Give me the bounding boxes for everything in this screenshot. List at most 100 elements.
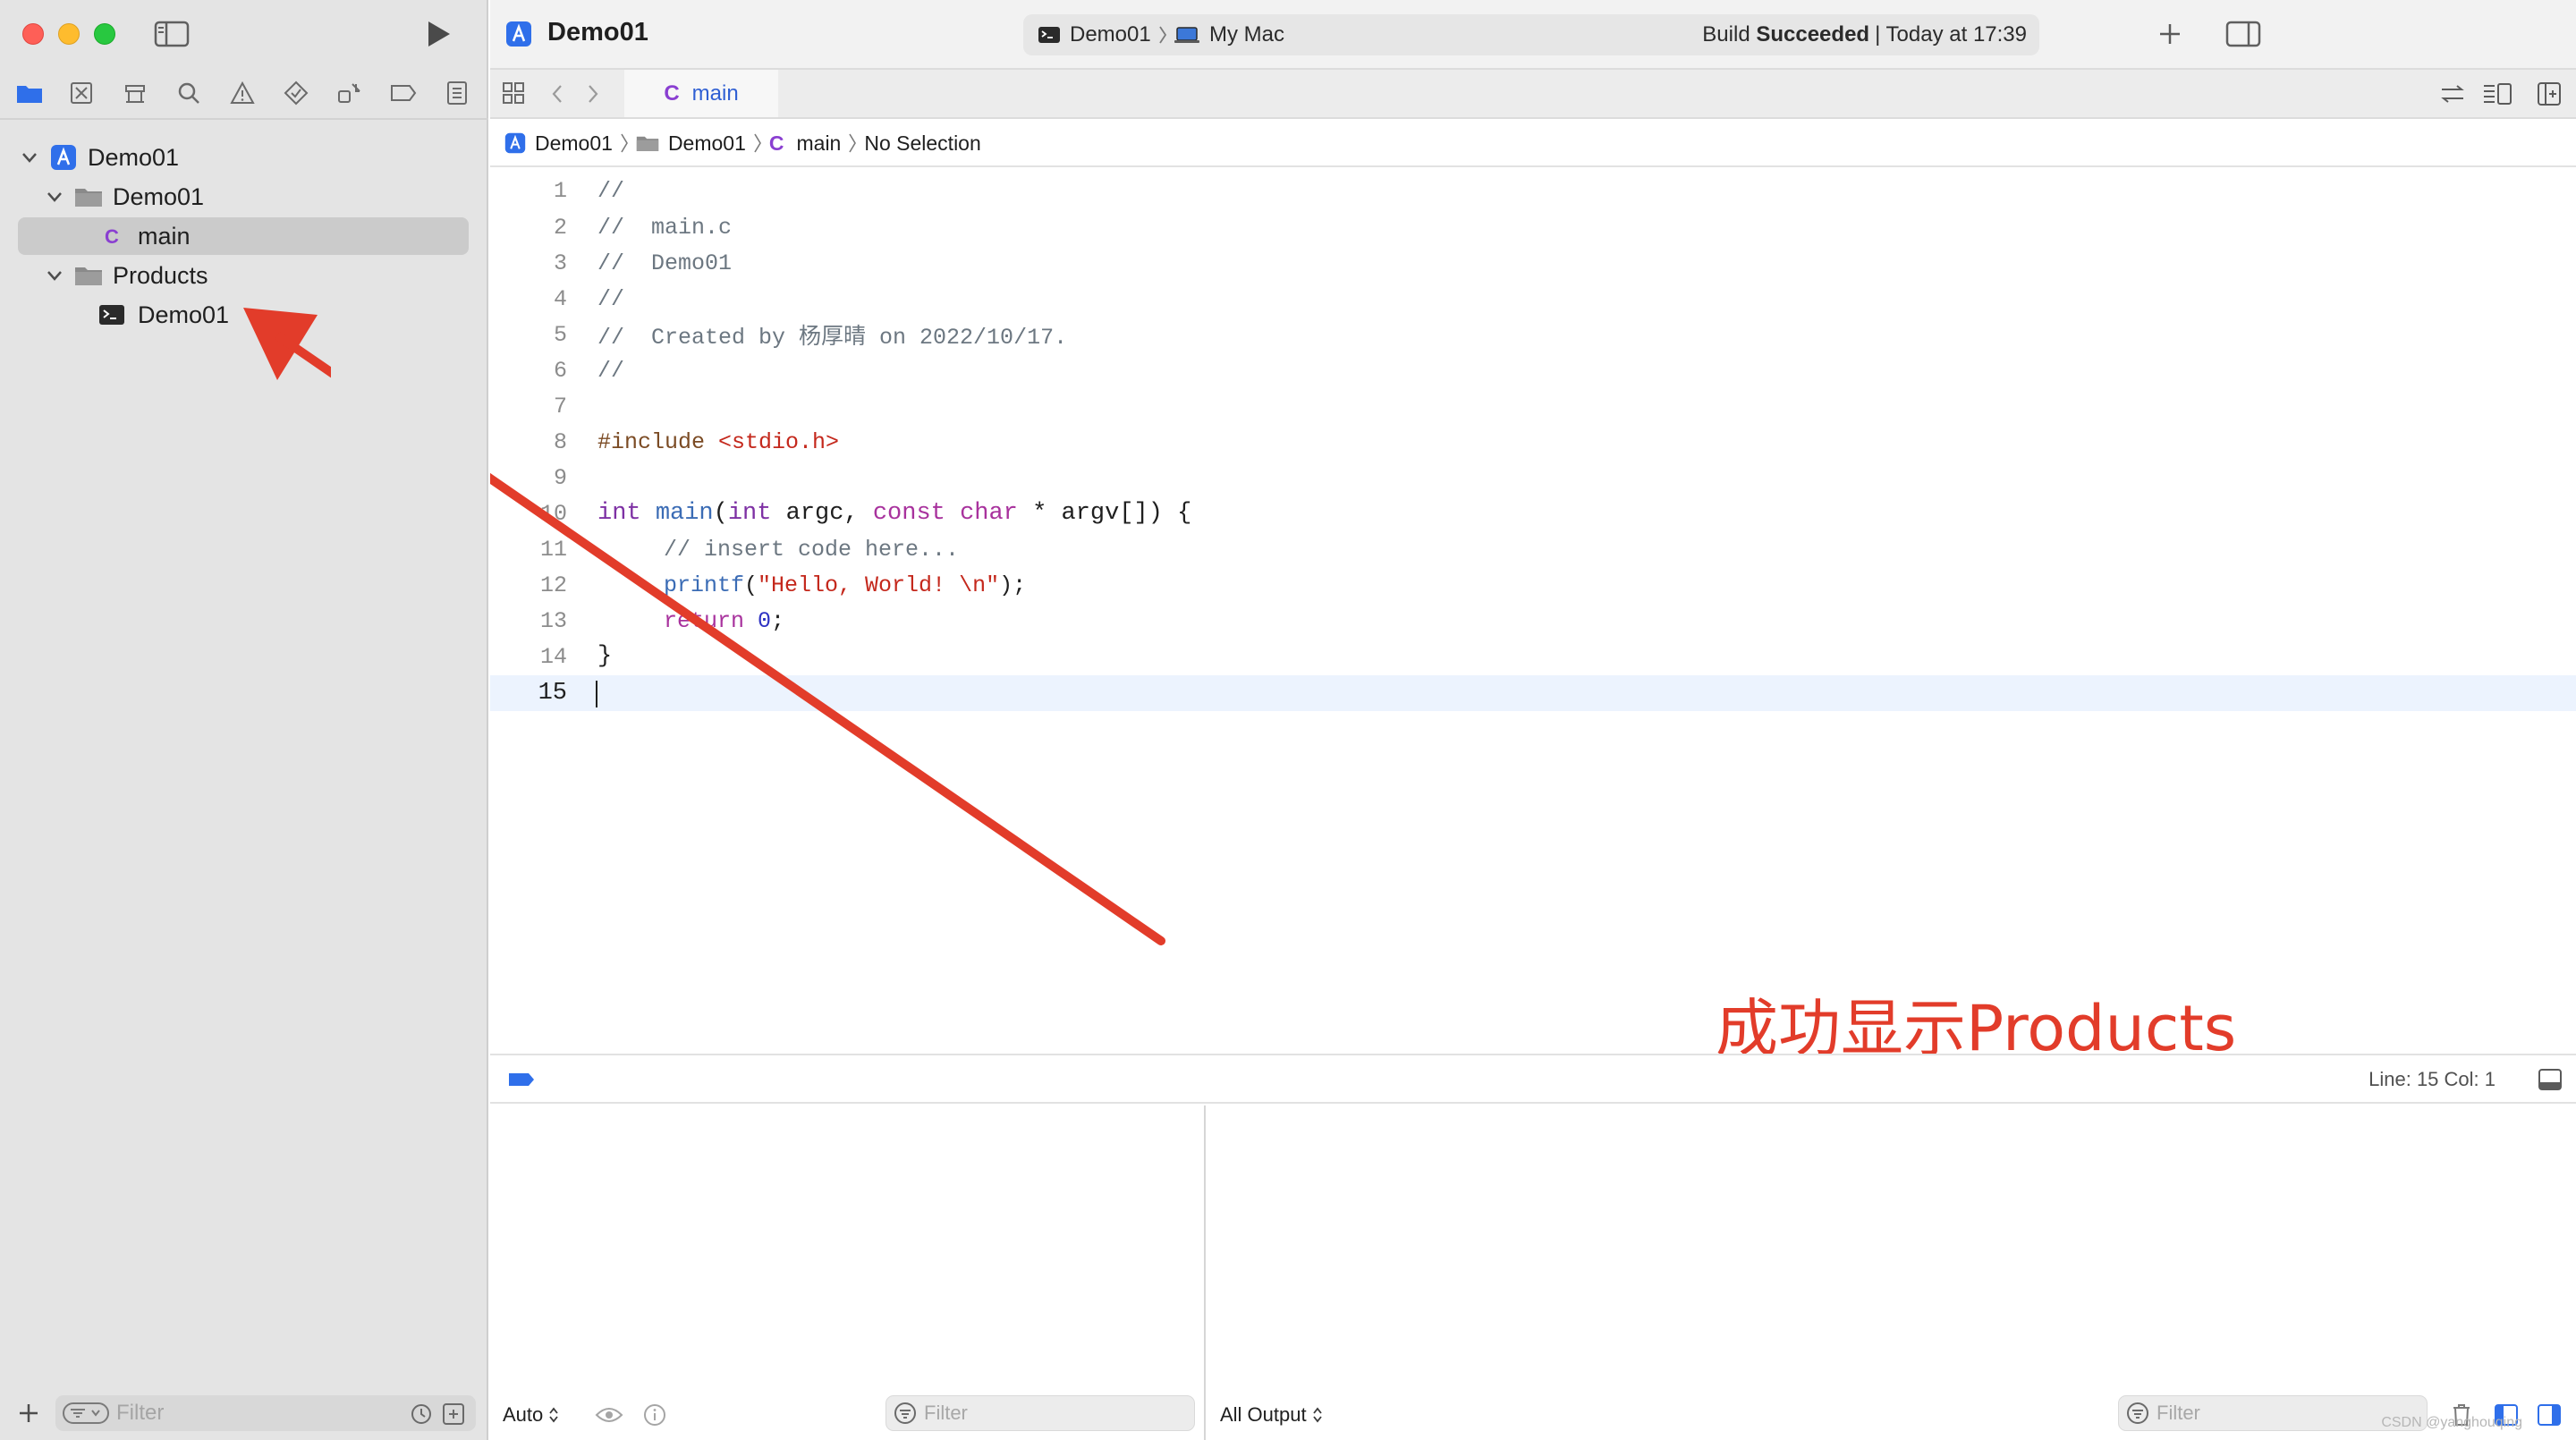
hide-debug-area-icon[interactable] (2535, 1066, 2565, 1093)
navigator-sidebar: Demo01 Demo01 C main Products Demo01 Fil… (0, 0, 488, 1440)
eye-icon[interactable] (594, 1402, 624, 1427)
zoom-window-button[interactable] (94, 23, 115, 45)
cursor-position: Line: 15 Col: 1 (2368, 1068, 2496, 1090)
test-navigator-icon[interactable] (275, 70, 317, 116)
folder-icon (73, 262, 104, 289)
annotation-arrow-head (243, 308, 331, 380)
split-editor-icon[interactable] (2531, 79, 2567, 109)
editor-options-icon[interactable] (2479, 79, 2515, 109)
back-arrow-icon[interactable] (544, 79, 571, 109)
symbol-navigator-icon[interactable] (114, 70, 156, 116)
add-icon[interactable] (14, 1399, 43, 1427)
folder-icon (73, 183, 104, 210)
xcode-project-icon (504, 132, 526, 154)
debug-bar: Line: 15 Col: 1 (490, 1054, 2576, 1104)
project-title: Demo01 (547, 18, 648, 47)
chevron-updown-icon (1312, 1406, 1323, 1424)
breadcrumb-label: No Selection (864, 131, 981, 155)
forward-arrow-icon[interactable] (580, 79, 606, 109)
output-label: All Output (1220, 1403, 1307, 1426)
tree-item-group-products[interactable]: Products (43, 257, 469, 294)
related-items-icon[interactable] (2435, 79, 2470, 109)
source-control-navigator-icon[interactable] (61, 70, 102, 116)
minimize-window-button[interactable] (58, 23, 80, 45)
breadcrumb-label: main (796, 131, 842, 155)
c-file-icon: C (768, 131, 784, 155)
debug-navigator-icon[interactable] (329, 70, 370, 116)
terminal-icon (1038, 26, 1061, 44)
filter-icon (2126, 1402, 2149, 1425)
build-time: | Today at 17:39 (1875, 22, 2027, 47)
toolbar: Demo01 Demo01 My Mac Build Succeeded | T… (490, 0, 2576, 70)
chevron-right-icon (1158, 25, 1167, 45)
info-icon[interactable] (640, 1402, 669, 1427)
build-status-prefix: Build (1702, 22, 1757, 47)
chevron-down-icon[interactable] (18, 146, 41, 169)
source-control-filter-icon[interactable] (442, 1402, 465, 1426)
build-status: Build Succeeded | Today at 17:39 (1702, 14, 2027, 55)
tree-item-label: main (138, 222, 191, 250)
xcode-project-icon (503, 18, 535, 50)
c-file-icon: C (97, 223, 127, 250)
breadcrumb-label: Demo01 (535, 131, 613, 155)
navigator-filter-bar: Filter (0, 1386, 488, 1440)
breakpoint-navigator-icon[interactable] (383, 70, 424, 116)
tree-item-project[interactable]: Demo01 (18, 139, 469, 176)
sidebar-toggle-icon[interactable] (152, 18, 191, 50)
terminal-icon (97, 301, 127, 328)
filter-icon (894, 1402, 917, 1425)
activity-viewer: Demo01 My Mac Build Succeeded | Today at… (1023, 14, 2039, 55)
xcode-project-icon (48, 144, 79, 171)
laptop-icon (1174, 26, 1200, 44)
filter-options-icon[interactable] (63, 1401, 109, 1426)
run-button[interactable] (419, 16, 458, 52)
add-library-icon[interactable] (2154, 18, 2186, 50)
console-output-select[interactable]: All Output (1220, 1390, 1323, 1440)
console-divider[interactable] (1204, 1105, 1206, 1440)
inspector-toggle-icon[interactable] (2223, 16, 2264, 52)
scheme-selector[interactable]: Demo01 (1038, 14, 1174, 55)
chevron-down-icon[interactable] (43, 185, 66, 208)
editor-tab-bar: C main (490, 70, 2576, 119)
chevron-right-icon (848, 132, 857, 154)
breadcrumb-item-group[interactable]: Demo01 (636, 131, 746, 156)
tree-item-main-file[interactable]: C main (18, 217, 469, 255)
source-editor[interactable]: 1// 2// main.c 3// Demo01 4// 5// Create… (490, 169, 2576, 1065)
breadcrumb-label: Demo01 (667, 131, 746, 155)
chevron-right-icon (620, 132, 629, 154)
tree-item-label: Demo01 (138, 301, 230, 328)
navigator-filter-placeholder: Filter (116, 1401, 165, 1425)
find-navigator-icon[interactable] (168, 70, 209, 116)
chevron-down-icon[interactable] (43, 264, 66, 287)
breadcrumb-item-file[interactable]: C main (769, 131, 841, 156)
report-navigator-icon[interactable] (436, 70, 478, 116)
tree-item-label: Demo01 (113, 182, 205, 210)
annotation-arrow (490, 472, 1165, 945)
tree-item-group-demo01[interactable]: Demo01 (43, 178, 469, 216)
watermark: CSDN @yanghouqing (2381, 1415, 2522, 1430)
svg-text:C: C (105, 225, 119, 248)
close-window-button[interactable] (22, 23, 44, 45)
variables-filter-placeholder: Filter (924, 1402, 968, 1424)
breadcrumb-item-symbol[interactable]: No Selection (864, 131, 980, 156)
recent-files-icon[interactable] (410, 1402, 433, 1426)
breakpoints-toggle-icon[interactable] (506, 1068, 537, 1091)
variables-filter-field[interactable]: Filter (886, 1395, 1195, 1431)
tree-item-label: Products (113, 261, 208, 289)
navigator-tabs (0, 70, 488, 116)
issue-navigator-icon[interactable] (222, 70, 263, 116)
console-filter-placeholder: Filter (2157, 1402, 2200, 1424)
navigator-filter-field[interactable]: Filter (55, 1395, 476, 1431)
chevron-updown-icon (548, 1406, 559, 1424)
tab-main[interactable]: C main (624, 70, 778, 117)
navigator-divider (0, 118, 488, 120)
debug-console-area: Auto Filter All Output Filter CSDN @yang… (490, 1105, 2576, 1440)
breadcrumb-item-project[interactable]: Demo01 (504, 131, 613, 156)
show-console-view-icon[interactable] (2535, 1401, 2563, 1429)
grid-icon[interactable] (497, 77, 530, 109)
variables-scope-select[interactable]: Auto (503, 1390, 559, 1440)
breadcrumb: Demo01 Demo01 C main No Selection (490, 121, 2576, 167)
scheme-label: Demo01 (1070, 22, 1151, 47)
destination-selector[interactable]: My Mac (1174, 14, 1284, 55)
project-navigator-icon[interactable] (9, 70, 50, 116)
